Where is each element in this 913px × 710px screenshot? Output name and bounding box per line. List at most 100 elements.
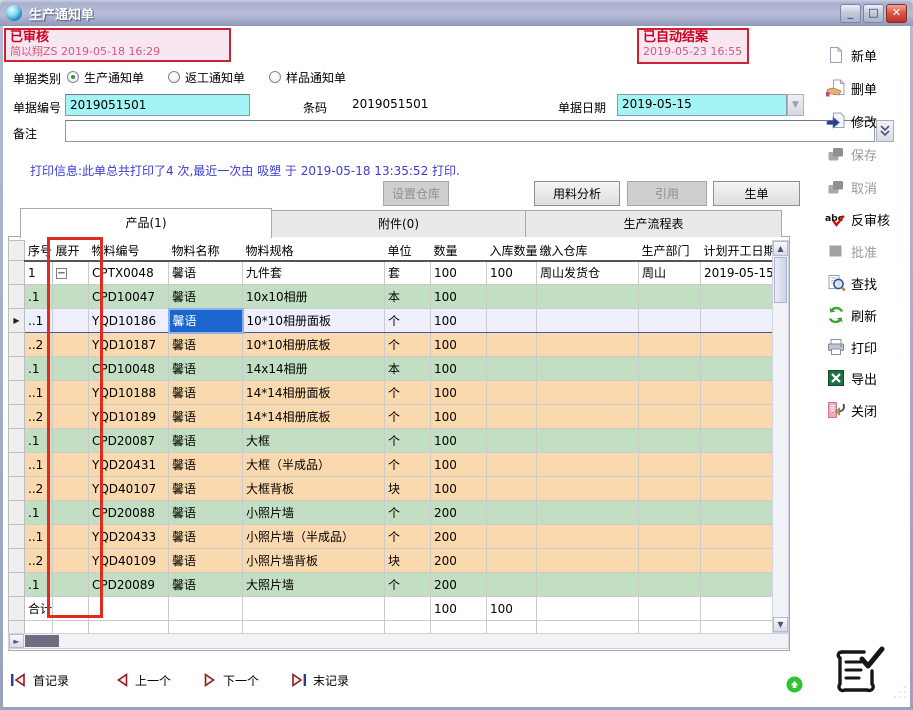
- radio-icon[interactable]: [67, 71, 79, 83]
- table-cell[interactable]: CPTX0048: [89, 261, 169, 285]
- table-cell[interactable]: [537, 429, 639, 453]
- close-button[interactable]: ✕: [886, 4, 907, 23]
- table-cell[interactable]: [701, 381, 773, 405]
- table-cell[interactable]: [537, 549, 639, 573]
- table-cell[interactable]: 10x10相册: [243, 285, 385, 309]
- modify-button[interactable]: 修改: [825, 108, 909, 134]
- table-cell[interactable]: [53, 381, 89, 405]
- table-cell[interactable]: [639, 309, 701, 333]
- table-cell[interactable]: [487, 525, 537, 549]
- table-row[interactable]: 1−CPTX0048馨语九件套套100100周山发货仓周山2019-05-15: [9, 261, 773, 285]
- table-cell[interactable]: [487, 501, 537, 525]
- table-cell[interactable]: YQD40109: [89, 549, 169, 573]
- scroll-right-icon[interactable]: ►: [9, 634, 24, 648]
- table-row[interactable]: ..2YQD40107馨语大框背板块100: [9, 477, 773, 501]
- table-row[interactable]: ..2YQD10189馨语14*14相册底板个100: [9, 405, 773, 429]
- table-cell[interactable]: [639, 453, 701, 477]
- table-cell[interactable]: .1: [25, 429, 53, 453]
- table-cell[interactable]: 馨语: [169, 453, 243, 477]
- table-cell[interactable]: [53, 429, 89, 453]
- table-cell[interactable]: [701, 405, 773, 429]
- chevron-down-icon[interactable]: ▼: [787, 94, 804, 116]
- table-cell[interactable]: 小照片墙（半成品）: [243, 525, 385, 549]
- table-cell[interactable]: .1: [25, 357, 53, 381]
- table-cell[interactable]: 周山: [639, 261, 701, 285]
- table-cell[interactable]: 块: [385, 549, 431, 573]
- last-record-button[interactable]: 末记录: [290, 670, 349, 690]
- table-cell[interactable]: 100: [431, 405, 487, 429]
- table-cell[interactable]: 个: [385, 333, 431, 357]
- table-row[interactable]: ..1YQD20433馨语小照片墙（半成品）个200: [9, 525, 773, 549]
- table-cell[interactable]: 馨语: [169, 501, 243, 525]
- table-cell[interactable]: 个: [385, 525, 431, 549]
- table-cell[interactable]: [487, 333, 537, 357]
- table-row[interactable]: ..2YQD10187馨语10*10相册底板个100: [9, 333, 773, 357]
- table-cell[interactable]: ..1: [25, 525, 53, 549]
- table-cell[interactable]: 10*10相册底板: [243, 333, 385, 357]
- table-cell[interactable]: [487, 621, 537, 634]
- table-cell[interactable]: [53, 477, 89, 501]
- table-cell[interactable]: [701, 357, 773, 381]
- table-cell[interactable]: 大框背板: [243, 477, 385, 501]
- table-cell[interactable]: [487, 309, 537, 333]
- table-cell[interactable]: .1: [25, 501, 53, 525]
- table-cell[interactable]: 个: [385, 309, 431, 333]
- table-cell[interactable]: [487, 429, 537, 453]
- table-cell[interactable]: 1: [25, 261, 53, 285]
- table-cell[interactable]: 个: [385, 573, 431, 597]
- table-cell[interactable]: [53, 285, 89, 309]
- table-cell[interactable]: 大框（半成品）: [243, 453, 385, 477]
- unapprove-button[interactable]: abc 反审核: [825, 206, 909, 232]
- table-cell[interactable]: 14x14相册: [243, 357, 385, 381]
- table-cell[interactable]: [243, 597, 385, 621]
- scroll-down-icon[interactable]: ▼: [773, 617, 788, 632]
- table-cell[interactable]: [169, 597, 243, 621]
- table-cell[interactable]: [537, 285, 639, 309]
- radio-icon[interactable]: [168, 71, 180, 83]
- table-cell[interactable]: [639, 597, 701, 621]
- table-cell[interactable]: [639, 525, 701, 549]
- column-header[interactable]: 物料编号: [89, 241, 169, 261]
- table-cell[interactable]: 馨语: [169, 573, 243, 597]
- table-cell[interactable]: 个: [385, 429, 431, 453]
- table-cell[interactable]: [385, 621, 431, 634]
- previous-record-button[interactable]: 上一个: [115, 670, 171, 690]
- table-cell[interactable]: [487, 405, 537, 429]
- column-header[interactable]: 物料规格: [243, 241, 385, 261]
- table-cell[interactable]: [537, 357, 639, 381]
- refresh-button[interactable]: 刷新: [825, 302, 909, 328]
- table-cell[interactable]: [487, 381, 537, 405]
- table-cell[interactable]: 馨语: [169, 477, 243, 501]
- table-cell[interactable]: [701, 549, 773, 573]
- table-cell[interactable]: [701, 525, 773, 549]
- radio-icon[interactable]: [269, 71, 281, 83]
- vertical-scroll-thumb[interactable]: [774, 257, 787, 303]
- table-cell[interactable]: [639, 333, 701, 357]
- table-cell[interactable]: YQD40107: [89, 477, 169, 501]
- resize-grip[interactable]: [894, 686, 908, 700]
- table-cell[interactable]: [639, 285, 701, 309]
- table-cell[interactable]: [639, 429, 701, 453]
- table-cell[interactable]: 本: [385, 285, 431, 309]
- table-cell[interactable]: YQD10187: [89, 333, 169, 357]
- table-cell[interactable]: 2019-05-15: [701, 261, 773, 285]
- table-cell[interactable]: [487, 477, 537, 501]
- table-cell[interactable]: [701, 597, 773, 621]
- table-cell[interactable]: [639, 573, 701, 597]
- table-row[interactable]: .1CPD20089馨语大照片墙个200: [9, 573, 773, 597]
- table-cell[interactable]: 小照片墙: [243, 501, 385, 525]
- table-cell[interactable]: 100: [431, 333, 487, 357]
- print-button[interactable]: 打印: [825, 334, 909, 360]
- horizontal-scrollbar[interactable]: ◄ ►: [8, 633, 789, 649]
- table-cell[interactable]: YQD20433: [89, 525, 169, 549]
- table-cell[interactable]: [169, 621, 243, 634]
- table-cell[interactable]: 周山发货仓: [537, 261, 639, 285]
- table-cell[interactable]: ..1: [25, 309, 53, 333]
- material-analysis-button[interactable]: 用料分析: [534, 181, 620, 206]
- table-cell[interactable]: CPD20087: [89, 429, 169, 453]
- table-cell[interactable]: [487, 573, 537, 597]
- table-row[interactable]: .1CPD10047馨语10x10相册本100: [9, 285, 773, 309]
- table-cell[interactable]: 大框: [243, 429, 385, 453]
- table-cell[interactable]: 100: [431, 477, 487, 501]
- table-cell[interactable]: [639, 405, 701, 429]
